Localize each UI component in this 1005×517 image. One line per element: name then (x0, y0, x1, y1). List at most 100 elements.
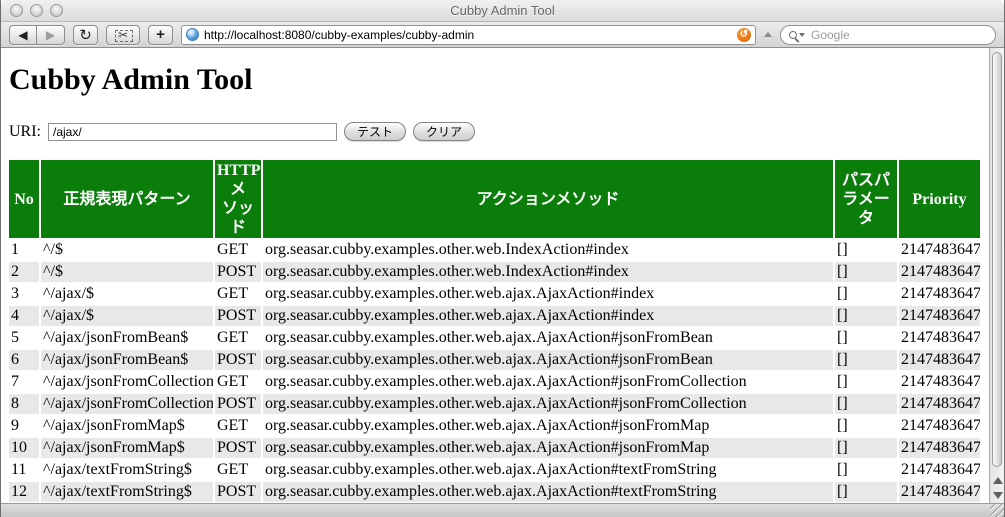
forward-icon: ▶ (46, 28, 55, 42)
cell-params: [] (835, 262, 897, 282)
cell-method: GET (215, 328, 261, 348)
cell-params: [] (835, 284, 897, 304)
cell-params: [] (835, 240, 897, 260)
header-regex-pattern: 正規表現パターン (41, 160, 213, 238)
cell-method: POST (215, 262, 261, 282)
clear-button[interactable]: クリア (413, 122, 475, 141)
cell-method: POST (215, 394, 261, 414)
forward-button[interactable]: ▶ (37, 25, 65, 45)
cell-priority: 2147483647 (899, 306, 980, 326)
search-icon (789, 31, 797, 39)
cell-method: POST (215, 306, 261, 326)
webclip-button[interactable]: ✂ (106, 25, 140, 45)
cell-priority: 2147483647 (899, 460, 980, 480)
cell-pattern: ^/ajax/textFromString$ (41, 460, 213, 480)
site-globe-icon (186, 28, 199, 41)
history-nav-group: ◀ ▶ (9, 25, 65, 45)
scrollbar-thumb[interactable] (992, 52, 1002, 467)
cell-no: 12 (9, 482, 39, 502)
table-row: 9^/ajax/jsonFromMap$GETorg.seasar.cubby.… (9, 416, 980, 436)
cell-no: 11 (9, 460, 39, 480)
cell-priority: 2147483647 (899, 262, 980, 282)
table-row: 3^/ajax/$GETorg.seasar.cubby.examples.ot… (9, 284, 980, 304)
header-action-method: アクションメソッド (263, 160, 833, 238)
cell-action: org.seasar.cubby.examples.other.web.ajax… (263, 372, 833, 392)
cell-method: GET (215, 284, 261, 304)
scroll-down-arrow-icon[interactable] (993, 492, 1003, 499)
cell-no: 4 (9, 306, 39, 326)
cell-pattern: ^/$ (41, 262, 213, 282)
reload-icon: ↻ (79, 26, 92, 44)
cell-no: 2 (9, 262, 39, 282)
address-bar[interactable]: http://localhost:8080/cubby-examples/cub… (181, 25, 756, 45)
cell-pattern: ^/ajax/jsonFromBean$ (41, 328, 213, 348)
cell-priority: 2147483647 (899, 416, 980, 436)
back-button[interactable]: ◀ (9, 25, 37, 45)
cell-priority: 2147483647 (899, 240, 980, 260)
scroll-up-arrow-icon[interactable] (993, 477, 1003, 484)
cell-params: [] (835, 438, 897, 458)
cell-action: org.seasar.cubby.examples.other.web.ajax… (263, 394, 833, 414)
uri-label: URI: (9, 123, 41, 141)
add-bookmark-button[interactable]: + (148, 25, 173, 45)
cell-priority: 2147483647 (899, 350, 980, 370)
address-bar-url[interactable]: http://localhost:8080/cubby-examples/cub… (204, 28, 732, 42)
route-table-body: 1^/$GETorg.seasar.cubby.examples.other.w… (9, 240, 980, 502)
table-row: 7^/ajax/jsonFromCollection$GETorg.seasar… (9, 372, 980, 392)
cell-action: org.seasar.cubby.examples.other.web.ajax… (263, 416, 833, 436)
cell-pattern: ^/ajax/jsonFromCollection$ (41, 372, 213, 392)
uri-input[interactable] (48, 123, 337, 141)
browser-window: Cubby Admin Tool ◀ ▶ ↻ ✂ + http://localh… (0, 0, 1005, 517)
cell-pattern: ^/ajax/jsonFromBean$ (41, 350, 213, 370)
table-row: 6^/ajax/jsonFromBean$POSTorg.seasar.cubb… (9, 350, 980, 370)
cell-no: 7 (9, 372, 39, 392)
search-engine-chevron-icon[interactable] (799, 33, 805, 37)
table-row: 11^/ajax/textFromString$GETorg.seasar.cu… (9, 460, 980, 480)
cell-method: GET (215, 416, 261, 436)
window-title: Cubby Admin Tool (1, 3, 1004, 19)
window-titlebar[interactable]: Cubby Admin Tool (1, 0, 1004, 22)
cell-action: org.seasar.cubby.examples.other.web.Inde… (263, 262, 833, 282)
resize-grip-icon[interactable] (990, 504, 1004, 517)
cell-params: [] (835, 306, 897, 326)
cell-priority: 2147483647 (899, 284, 980, 304)
table-row: 12^/ajax/textFromString$POSTorg.seasar.c… (9, 482, 980, 502)
cell-priority: 2147483647 (899, 438, 980, 458)
page-title: Cubby Admin Tool (9, 63, 989, 97)
vertical-scrollbar[interactable] (989, 48, 1004, 503)
table-row: 4^/ajax/$POSTorg.seasar.cubby.examples.o… (9, 306, 980, 326)
table-row: 1^/$GETorg.seasar.cubby.examples.other.w… (9, 240, 980, 260)
cell-priority: 2147483647 (899, 372, 980, 392)
page-content: Cubby Admin Tool URI: テスト クリア No 正規表現パター… (1, 48, 989, 503)
snapback-icon[interactable]: ↺ (737, 28, 751, 42)
uri-test-form: URI: テスト クリア (9, 122, 989, 141)
cell-no: 3 (9, 284, 39, 304)
cell-action: org.seasar.cubby.examples.other.web.ajax… (263, 284, 833, 304)
cell-pattern: ^/ajax/textFromString$ (41, 482, 213, 502)
scrollbar-arrows (990, 475, 1004, 501)
search-field[interactable]: Google (780, 25, 996, 45)
cell-pattern: ^/ajax/jsonFromMap$ (41, 438, 213, 458)
cell-params: [] (835, 372, 897, 392)
table-row: 2^/$POSTorg.seasar.cubby.examples.other.… (9, 262, 980, 282)
cell-no: 9 (9, 416, 39, 436)
table-row: 10^/ajax/jsonFromMap$POSTorg.seasar.cubb… (9, 438, 980, 458)
cell-priority: 2147483647 (899, 394, 980, 414)
cell-no: 6 (9, 350, 39, 370)
test-button[interactable]: テスト (344, 122, 406, 141)
routes-table: No 正規表現パターン HTTP メ ソッ ド アクションメソッド パスパ ラメ… (7, 158, 982, 503)
cell-params: [] (835, 416, 897, 436)
cell-no: 5 (9, 328, 39, 348)
cell-no: 10 (9, 438, 39, 458)
header-no: No (9, 160, 39, 238)
cell-priority: 2147483647 (899, 328, 980, 348)
reload-button[interactable]: ↻ (73, 25, 98, 45)
cell-action: org.seasar.cubby.examples.other.web.ajax… (263, 482, 833, 502)
cell-params: [] (835, 328, 897, 348)
header-path-params: パスパ ラメー タ (835, 160, 897, 238)
cell-pattern: ^/ajax/$ (41, 284, 213, 304)
cell-pattern: ^/ajax/jsonFromMap$ (41, 416, 213, 436)
cell-action: org.seasar.cubby.examples.other.web.ajax… (263, 306, 833, 326)
search-placeholder: Google (811, 28, 850, 42)
cell-params: [] (835, 460, 897, 480)
